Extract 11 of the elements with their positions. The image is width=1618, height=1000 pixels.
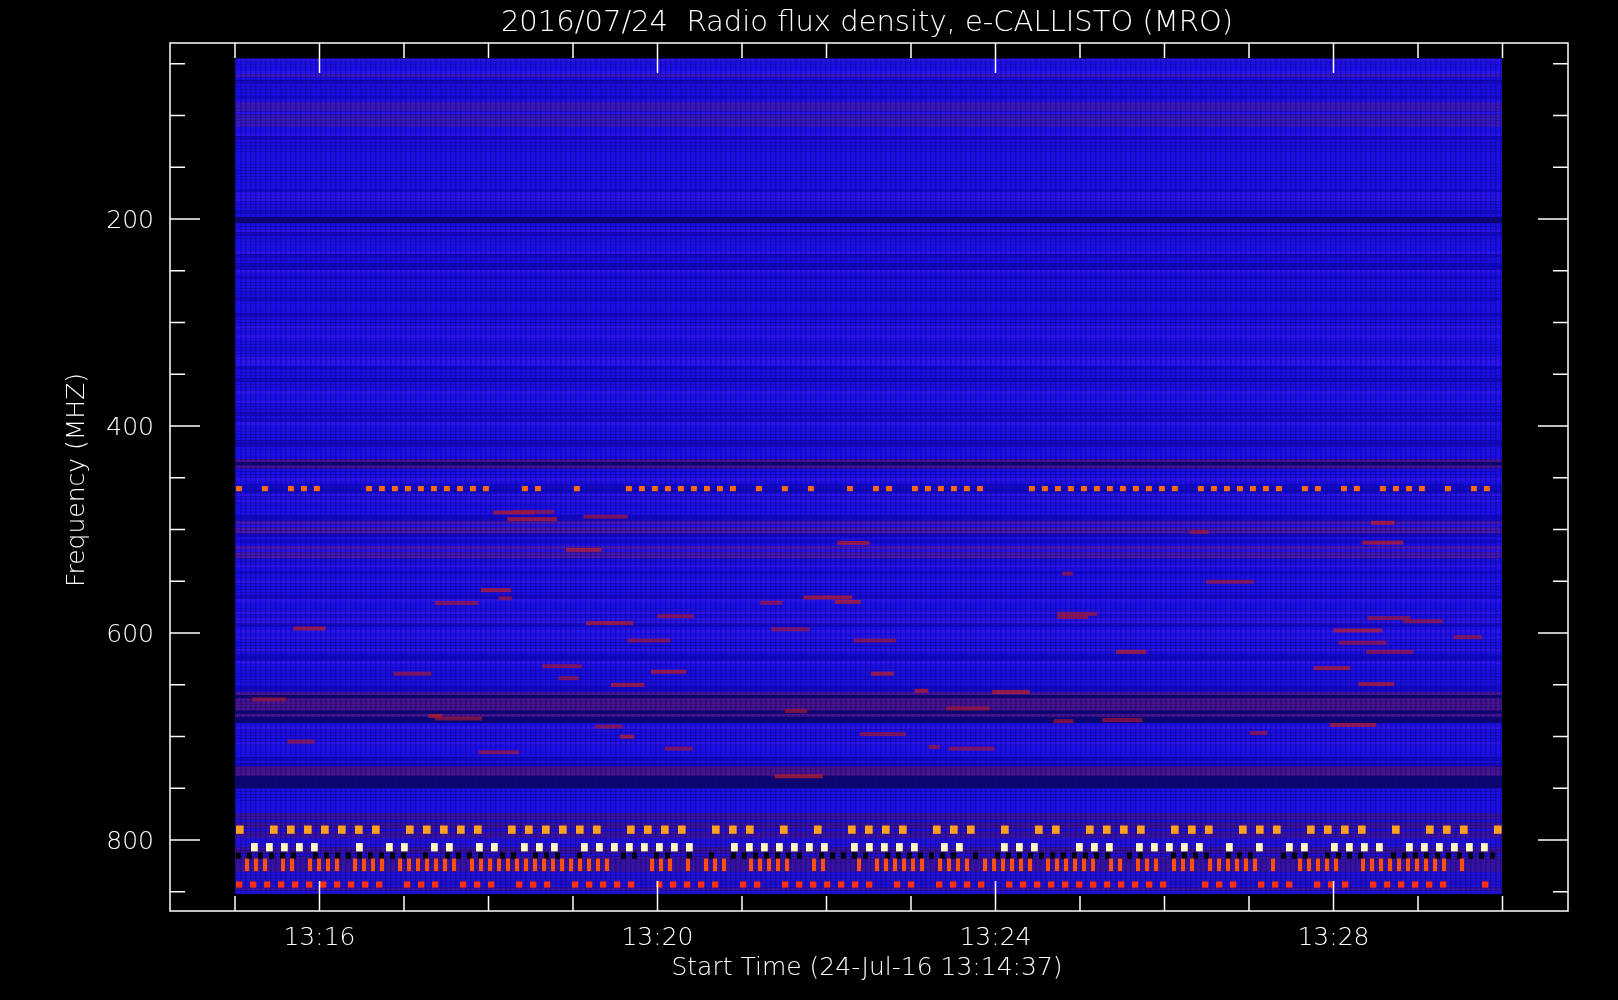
chart-title: 2016/07/24 Radio flux density, e-CALLISTO (MRO) <box>500 4 1234 38</box>
y-axis-label: Frequency (MHZ) <box>61 372 90 588</box>
axis-tick-label: 13:24 <box>959 922 1032 951</box>
axis-tick-label: 400 <box>106 412 154 441</box>
axis-tick-label: 13:28 <box>1297 922 1370 951</box>
axis-tick-label: 200 <box>106 205 154 234</box>
axis-tick-label: 13:20 <box>621 922 694 951</box>
axis-tick-label: 600 <box>106 619 154 648</box>
axis-tick-label: 800 <box>106 826 154 855</box>
axis-tick-label: 13:16 <box>283 922 356 951</box>
x-axis-label: Start Time (24-Jul-16 13:14:37) <box>671 952 1063 981</box>
